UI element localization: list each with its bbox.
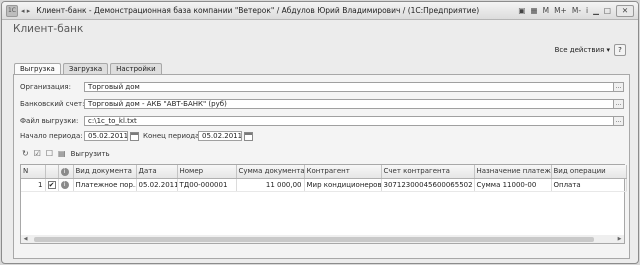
scroll-right-icon[interactable]: ▶	[615, 236, 624, 242]
col-amount[interactable]: Сумма документа	[236, 165, 305, 179]
start-label: Начало периода:	[20, 132, 83, 140]
memory-sub-button[interactable]: M-	[572, 6, 581, 16]
titlebar-tools: ▣ ▦ M M+ M- i ▁ □ ✕	[518, 4, 634, 17]
minimize-icon[interactable]: ▁	[593, 6, 599, 16]
col-counterparty-account[interactable]: Счет контрагента	[381, 165, 475, 179]
tab-import[interactable]: Загрузка	[62, 63, 109, 74]
cell-doc-type: Платежное пор...	[73, 178, 137, 192]
refresh-icon[interactable]: ↻	[22, 149, 29, 158]
end-label: Конец периода:	[143, 132, 202, 140]
scroll-track[interactable]	[30, 236, 615, 242]
window-title: Клиент-банк - Демонстрационная база комп…	[36, 6, 480, 15]
file-label: Файл выгрузки:	[20, 117, 79, 125]
col-operation-type[interactable]: Вид операции	[551, 165, 627, 179]
table-header: N i Вид документа Дата Номер Сумма докум…	[21, 165, 627, 179]
col-n[interactable]: N	[21, 165, 46, 179]
org-row: Организация: Торговый дом ...	[20, 82, 624, 92]
memory-m-button[interactable]: M	[543, 6, 549, 16]
file-select-button[interactable]: ...	[614, 116, 624, 126]
back-forward-arrows-icon[interactable]: ◂ ▸	[21, 7, 30, 15]
calc-icon[interactable]: ▦	[531, 6, 538, 16]
cell-counterparty: Мир кондиционеров	[304, 178, 382, 192]
title-bar: 1C ◂ ▸ Клиент-банк - Демонстрационная ба…	[2, 2, 638, 20]
info-icon: i	[60, 167, 69, 176]
col-number[interactable]: Номер	[177, 165, 237, 179]
table-toolbar: ↻ ☑ ☐ ▤ Выгрузить	[22, 149, 110, 158]
lock-icon[interactable]: ▣	[518, 6, 525, 16]
table-row[interactable]: 1 ✔ i Платежное пор... 05.02.2011 ТД00-0…	[21, 178, 627, 192]
bank-account-field[interactable]: Торговый дом - АКБ "АВТ-БАНК" (руб)	[84, 99, 614, 109]
bank-row: Банковский счет: Торговый дом - АКБ "АВТ…	[20, 99, 624, 109]
col-counterparty[interactable]: Контрагент	[304, 165, 382, 179]
cell-icon: i	[58, 178, 74, 192]
tab-settings[interactable]: Настройки	[110, 63, 162, 74]
select-all-icon[interactable]: ☑	[34, 149, 41, 158]
cell-amount: 11 000,00	[236, 178, 305, 192]
documents-table: N i Вид документа Дата Номер Сумма докум…	[20, 164, 627, 236]
maximize-icon[interactable]: □	[604, 6, 611, 16]
cell-counterparty-account: 30712300045600065502	[381, 178, 475, 192]
app-logo-icon[interactable]: 1C	[6, 4, 18, 17]
cell-n: 1	[21, 178, 46, 192]
org-field[interactable]: Торговый дом	[84, 82, 614, 92]
bank-label: Банковский счет:	[20, 100, 85, 108]
cell-number: ТД00-000001	[177, 178, 237, 192]
all-actions-menu[interactable]: Все действия ▾	[555, 46, 610, 54]
cell-payment-purpose: Сумма 11000-00	[474, 178, 552, 192]
help-button[interactable]: ?	[614, 44, 626, 56]
file-row: Файл выгрузки: c:\1c_to_kl.txt ...	[20, 116, 624, 126]
col-check[interactable]	[45, 165, 59, 179]
export-button[interactable]: Выгрузить	[71, 150, 110, 158]
col-payment-purpose[interactable]: Назначение платежа	[474, 165, 552, 179]
cell-date: 05.02.2011	[136, 178, 178, 192]
bank-select-button[interactable]: ...	[614, 99, 624, 109]
export-icon[interactable]: ▤	[58, 149, 66, 158]
col-date[interactable]: Дата	[136, 165, 178, 179]
document-status-icon: i	[60, 181, 69, 189]
close-icon[interactable]: ✕	[616, 4, 634, 17]
row-checkbox[interactable]: ✔	[47, 180, 56, 189]
end-calendar-icon[interactable]	[244, 131, 253, 141]
start-calendar-icon[interactable]	[130, 131, 139, 141]
page-title: Клиент-банк	[13, 23, 84, 35]
tab-panel-export: Организация: Торговый дом ... Банковский…	[13, 74, 630, 259]
scroll-thumb[interactable]	[34, 236, 594, 242]
info-button[interactable]: i	[586, 6, 588, 16]
cell-check[interactable]: ✔	[45, 178, 59, 192]
cell-operation-type: Оплата	[551, 178, 627, 192]
org-select-button[interactable]: ...	[614, 82, 624, 92]
horizontal-scrollbar[interactable]: ◀ ▶	[20, 235, 625, 244]
period-row: Начало периода: 05.02.2011 Конец периода…	[20, 131, 253, 141]
memory-add-button[interactable]: M+	[554, 6, 567, 16]
scroll-left-icon[interactable]: ◀	[21, 236, 30, 242]
export-file-field[interactable]: c:\1c_to_kl.txt	[84, 116, 614, 126]
org-label: Организация:	[20, 83, 71, 91]
actions-bar: Все действия ▾ ?	[555, 44, 626, 56]
col-icon[interactable]: i	[58, 165, 74, 179]
app-window: 1C ◂ ▸ Клиент-банк - Демонстрационная ба…	[1, 1, 639, 264]
start-date-field[interactable]: 05.02.2011	[84, 131, 128, 141]
col-doc-type[interactable]: Вид документа	[73, 165, 137, 179]
end-date-field[interactable]: 05.02.2011	[198, 131, 242, 141]
deselect-all-icon[interactable]: ☐	[46, 149, 53, 158]
